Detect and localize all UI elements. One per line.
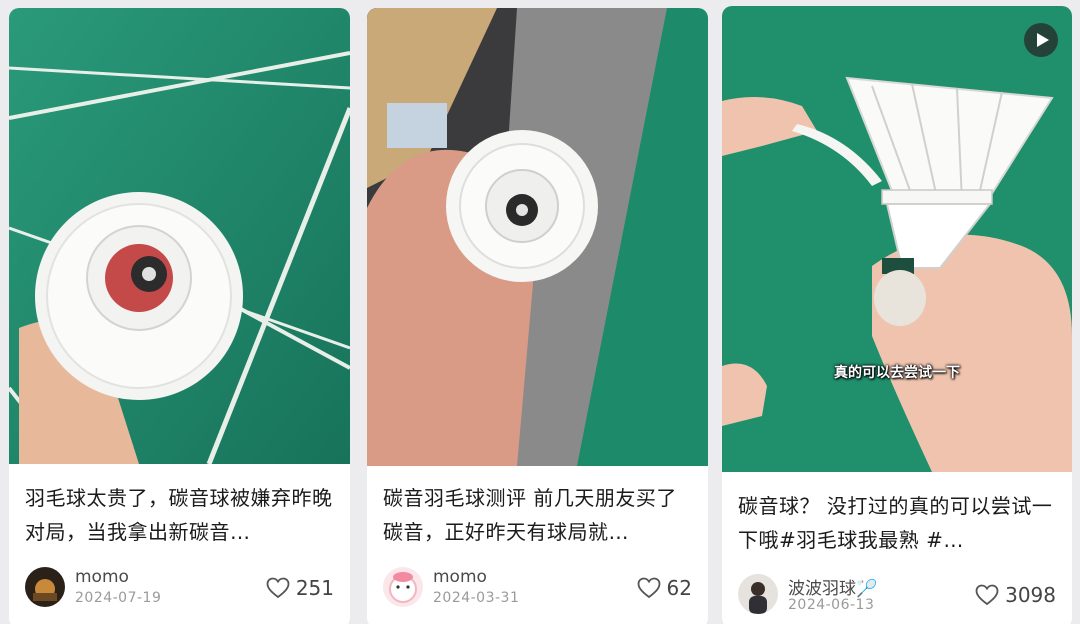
author-row: momo 2024-03-31 62 xyxy=(383,565,692,611)
shuttlecock-photo xyxy=(722,6,1072,472)
avatar[interactable] xyxy=(25,567,65,607)
like-count: 62 xyxy=(666,576,692,600)
shuttlecock-photo xyxy=(9,8,350,464)
play-button[interactable] xyxy=(1024,23,1058,57)
post-card-2[interactable]: 碳音羽毛球测评 前几天朋友买了碳音，正好昨天有球局就… momo 2024-03… xyxy=(367,8,708,624)
avatar[interactable] xyxy=(738,574,778,614)
post-title[interactable]: 碳音球？ 没打过的真的可以尝试一下哦#羽毛球我最熟 #… xyxy=(738,489,1058,557)
heart-icon xyxy=(266,577,290,599)
author-name[interactable]: momo xyxy=(75,567,129,587)
post-date: 2024-07-19 xyxy=(75,590,162,606)
heart-icon xyxy=(975,584,999,606)
avatar[interactable] xyxy=(383,567,423,607)
author-row: momo 2024-07-19 251 xyxy=(25,565,334,611)
post-date: 2024-03-31 xyxy=(433,590,520,606)
heart-icon xyxy=(637,577,660,599)
post-thumbnail[interactable] xyxy=(9,8,350,464)
like-count: 251 xyxy=(295,576,334,600)
like-button[interactable]: 3098 xyxy=(975,580,1056,610)
video-caption: 真的可以去尝试一下 xyxy=(834,365,960,381)
author-row: 波波羽球🏸 2024-06-13 3098 xyxy=(738,572,1056,618)
post-title[interactable]: 碳音羽毛球测评 前几天朋友买了碳音，正好昨天有球局就… xyxy=(383,481,694,549)
post-card-3[interactable]: 真的可以去尝试一下 碳音球？ 没打过的真的可以尝试一下哦#羽毛球我最熟 #… 波… xyxy=(722,6,1072,624)
play-icon xyxy=(1036,33,1049,47)
shuttlecock-photo xyxy=(367,8,708,466)
like-button[interactable]: 251 xyxy=(266,573,334,603)
author-name[interactable]: 波波羽球🏸 xyxy=(788,574,877,599)
post-thumbnail[interactable] xyxy=(367,8,708,466)
post-title[interactable]: 羽毛球太贵了，碳音球被嫌弃昨晚对局，当我拿出新碳音… xyxy=(25,481,336,549)
like-count: 3098 xyxy=(1005,583,1056,607)
post-thumbnail[interactable]: 真的可以去尝试一下 xyxy=(722,6,1072,472)
post-date: 2024-06-13 xyxy=(788,597,875,613)
like-button[interactable]: 62 xyxy=(637,573,692,603)
author-name[interactable]: momo xyxy=(433,567,487,587)
post-card-1[interactable]: 羽毛球太贵了，碳音球被嫌弃昨晚对局，当我拿出新碳音… momo 2024-07-… xyxy=(9,8,350,624)
